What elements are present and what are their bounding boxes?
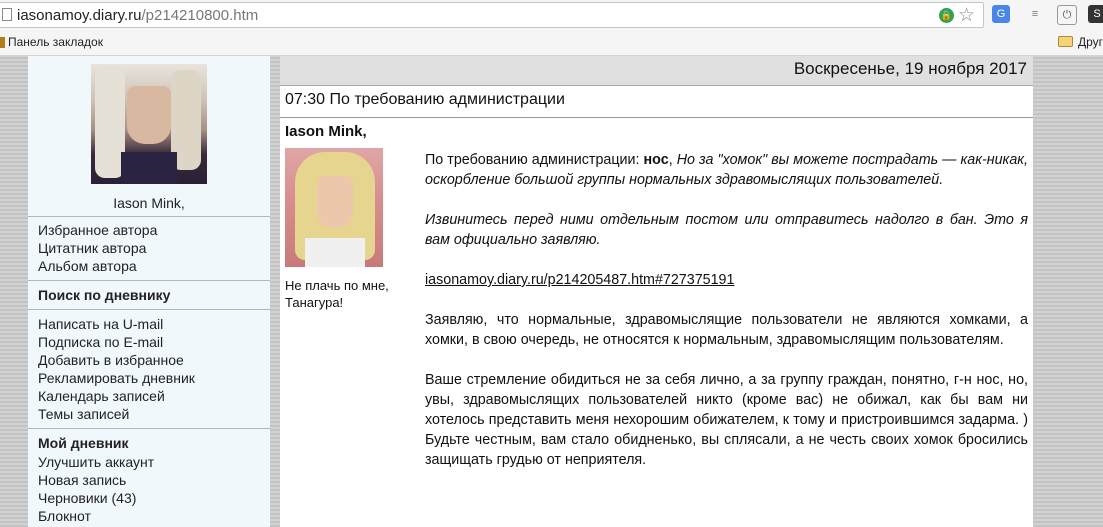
sidebar-link-calendar[interactable]: Календарь записей	[38, 388, 165, 404]
sidebar: Iason Mink, Избранное автора Цитатник ав…	[28, 56, 270, 527]
sidebar-search-heading[interactable]: Поиск по дневнику	[38, 287, 170, 303]
avatar[interactable]	[91, 64, 207, 184]
url-field[interactable]: iasonamoy.diary.ru/p214210800.htm 🔒 ☆	[0, 2, 984, 28]
sidebar-link-umail[interactable]: Написать на U-mail	[38, 316, 163, 332]
sidebar-link-advertise[interactable]: Рекламировать дневник	[38, 370, 195, 386]
secure-lock-icon[interactable]: 🔒	[939, 8, 954, 23]
sidebar-link-topics[interactable]: Темы записей	[38, 406, 129, 422]
page-icon	[2, 8, 12, 21]
date-bar: Воскресенье, 19 ноября 2017	[280, 56, 1033, 86]
post-date: Воскресенье, 19 ноября 2017	[793, 59, 1027, 78]
sidebar-link-album[interactable]: Альбом автора	[38, 258, 137, 274]
divider	[28, 428, 270, 429]
sidebar-link-add-favorite[interactable]: Добавить в избранное	[38, 352, 184, 368]
bookmarks-bar: Панель закладок Другие	[0, 31, 1103, 56]
url-text[interactable]: iasonamoy.diary.ru/p214210800.htm	[17, 7, 258, 24]
translate-icon[interactable]: G	[992, 5, 1010, 23]
sidebar-my-diary-heading[interactable]: Мой дневник	[38, 435, 129, 451]
page: Iason Mink, Избранное автора Цитатник ав…	[0, 56, 1103, 527]
address-bar: iasonamoy.diary.ru/p214210800.htm 🔒 ☆ G …	[0, 0, 1103, 32]
other-bookmarks[interactable]: Другие	[1078, 35, 1103, 49]
post-paragraph: По требованию администрации: нос, Но за …	[425, 152, 1028, 188]
divider	[28, 216, 270, 217]
post-paragraph: Заявляю, что нормальные, здравомыслящие …	[425, 312, 1028, 348]
page-background-gap	[270, 56, 280, 527]
sidebar-link-new-post[interactable]: Новая запись	[38, 472, 126, 488]
sidebar-link-drafts[interactable]: Черновики (43)	[38, 490, 136, 506]
bookmark-star-icon[interactable]: ☆	[958, 4, 975, 27]
reader-icon[interactable]: ≡	[1026, 5, 1044, 23]
sidebar-link-quotes[interactable]: Цитатник автора	[38, 240, 146, 256]
post-body: По требованию администрации: нос, Но за …	[425, 150, 1028, 490]
post-area: Воскресенье, 19 ноября 2017 07:30 По тре…	[280, 56, 1033, 527]
page-background-left	[0, 56, 28, 527]
extension-icon[interactable]: S	[1088, 5, 1103, 23]
page-background-right	[1033, 56, 1103, 527]
post-title[interactable]: 07:30 По требованию администрации	[285, 91, 565, 109]
sidebar-user-name: Iason Mink,	[113, 195, 185, 211]
post-link[interactable]: iasonamoy.diary.ru/p214205487.htm#727375…	[425, 272, 734, 288]
post-author[interactable]: Iason Mink,	[285, 123, 367, 140]
sidebar-link-favorites[interactable]: Избранное автора	[38, 222, 157, 238]
author-avatar[interactable]	[285, 148, 383, 267]
post-paragraph: Ваше стремление обидиться не за себя лич…	[425, 372, 1028, 468]
divider	[28, 309, 270, 310]
power-icon[interactable]: ⏻	[1057, 5, 1077, 25]
folder-icon[interactable]	[1058, 36, 1073, 47]
post-title-row: 07:30 По требованию администрации	[280, 85, 1033, 118]
author-caption: Не плачь по мне, Танагура!	[285, 278, 389, 310]
sidebar-link-upgrade[interactable]: Улучшить аккаунт	[38, 454, 154, 470]
bookmarks-bar-label[interactable]: Панель закладок	[8, 35, 103, 49]
post-paragraph: Извинитесь перед ними отдельным постом и…	[425, 212, 1028, 248]
divider	[28, 280, 270, 281]
post-paragraph: iasonamoy.diary.ru/p214205487.htm#727375…	[425, 270, 1028, 290]
bookmark-apps-icon	[0, 37, 5, 48]
sidebar-link-email-subscribe[interactable]: Подписка по E-mail	[38, 334, 163, 350]
sidebar-link-notepad[interactable]: Блокнот	[38, 508, 91, 524]
